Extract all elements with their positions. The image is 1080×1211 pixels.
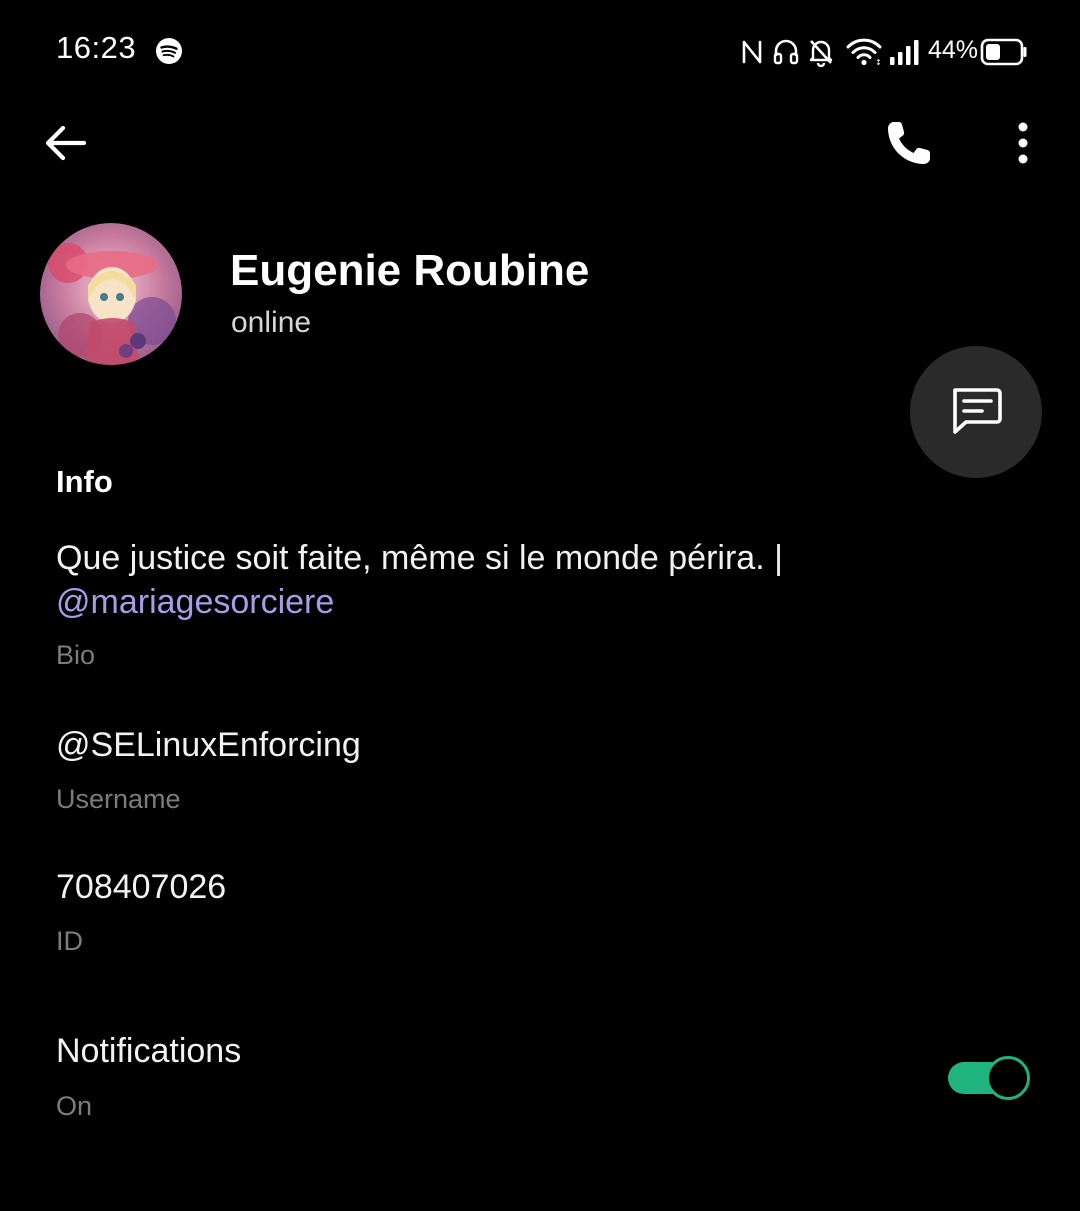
svg-text:↕: ↕ bbox=[875, 58, 882, 66]
headset-icon bbox=[773, 39, 799, 65]
message-fab-button[interactable] bbox=[910, 346, 1042, 478]
bio-text: Que justice soit faite, même si le monde… bbox=[56, 539, 783, 577]
bio-value: Que justice soit faite, même si le monde… bbox=[56, 536, 1016, 624]
profile-status: online bbox=[231, 306, 312, 339]
avatar-image bbox=[40, 223, 182, 365]
bio-label: Bio bbox=[56, 640, 96, 670]
battery-icon bbox=[980, 38, 1027, 66]
username-label: Username bbox=[56, 784, 181, 814]
signal-icon bbox=[890, 40, 919, 65]
status-time: 16:23 bbox=[56, 30, 137, 65]
message-icon bbox=[953, 388, 1002, 434]
profile-name: Eugenie Roubine bbox=[230, 246, 590, 295]
bio-link[interactable]: @mariagesorciere bbox=[56, 583, 334, 621]
notifications-title[interactable]: Notifications bbox=[56, 1032, 241, 1071]
username-value[interactable]: @SELinuxEnforcing bbox=[56, 726, 361, 765]
battery-percent: 44% bbox=[928, 36, 979, 64]
notifications-state: On bbox=[56, 1091, 93, 1121]
spotify-icon bbox=[156, 38, 182, 64]
phone-icon[interactable] bbox=[884, 118, 934, 168]
avatar[interactable] bbox=[40, 223, 182, 365]
status-bar: 16:23 ↕ 44% bbox=[0, 0, 1080, 100]
mute-bell-icon bbox=[809, 40, 833, 67]
more-vertical-icon[interactable] bbox=[1010, 120, 1036, 166]
id-label: ID bbox=[56, 926, 83, 956]
nfc-icon bbox=[742, 40, 762, 64]
arrow-left-icon[interactable] bbox=[42, 120, 88, 166]
info-section-title: Info bbox=[56, 464, 113, 499]
wifi-icon: ↕ bbox=[846, 38, 882, 66]
id-value[interactable]: 708407026 bbox=[56, 868, 226, 907]
toggle-thumb bbox=[986, 1056, 1030, 1100]
notifications-toggle[interactable] bbox=[948, 1056, 1030, 1100]
